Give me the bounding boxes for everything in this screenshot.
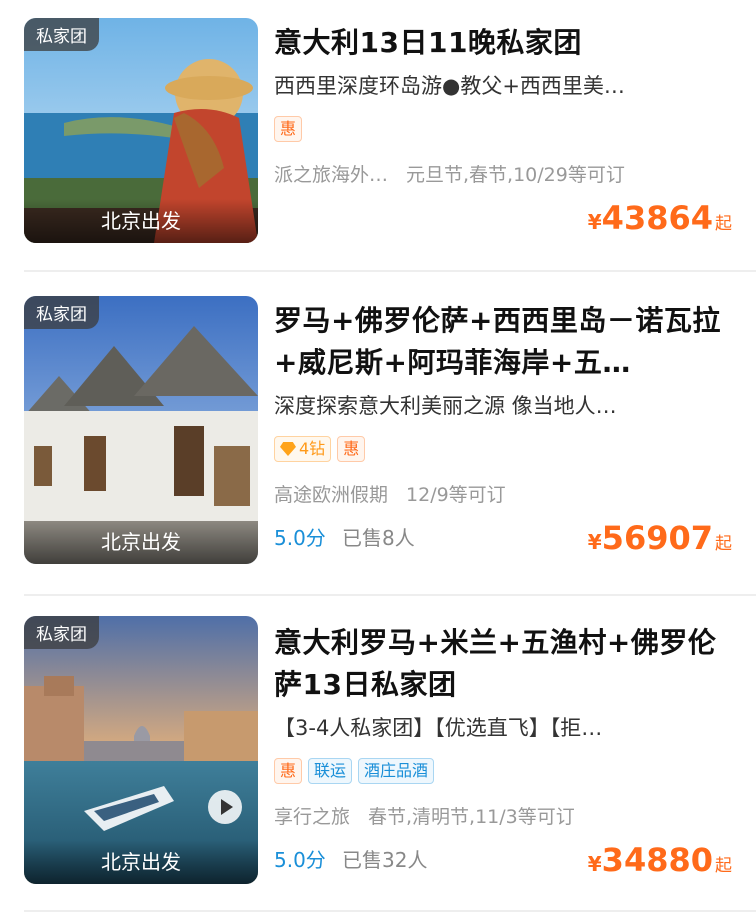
tour-meta: 高途欧洲假期 12/9等可订 xyxy=(274,480,732,507)
discount-badge: 惠 xyxy=(274,758,303,784)
tour-thumbnail[interactable]: 私家团 北京出发 xyxy=(24,616,258,884)
price-suffix: 起 xyxy=(715,856,732,876)
private-tour-tag: 私家团 xyxy=(24,296,99,329)
tour-thumbnail[interactable]: 私家团 北京出发 xyxy=(24,296,258,564)
tour-info: 意大利13日11晚私家团 西西里深度环岛游●教父+西西里美… 惠 派之旅海外… 元… xyxy=(274,22,732,237)
price-currency: ¥ xyxy=(587,210,602,234)
play-icon[interactable] xyxy=(208,790,242,824)
price-row: 5.0分 已售8人 ¥56907 起 xyxy=(274,513,732,557)
tour-meta: 派之旅海外… 元旦节,春节,10/29等可订 xyxy=(274,160,732,187)
tour-card[interactable]: 私家团 北京出发 意大利13日11晚私家团 西西里深度环岛游●教父+西西里美… … xyxy=(0,0,756,270)
available-dates: 12/9等可订 xyxy=(406,484,506,506)
tour-meta: 享行之旅 春节,清明节,11/3等可订 xyxy=(274,802,732,829)
private-tour-tag: 私家团 xyxy=(24,616,99,649)
price-currency: ¥ xyxy=(587,852,602,876)
tour-subtitle: 深度探索意大利美丽之源 像当地人… xyxy=(274,394,617,418)
tour-list: 私家团 北京出发 意大利13日11晚私家团 西西里深度环岛游●教父+西西里美… … xyxy=(0,0,756,914)
tour-card[interactable]: 私家团 北京出发 意大利罗马+米兰+五渔村+佛罗伦萨13日私家团 【3-4人私家… xyxy=(0,600,756,914)
badge-row: 4钻 惠 xyxy=(274,436,732,464)
tour-price: ¥56907 起 xyxy=(588,519,732,557)
winery-badge: 酒庄品酒 xyxy=(358,758,435,784)
tour-thumbnail[interactable]: 私家团 北京出发 xyxy=(24,18,258,243)
diamond-rating-label: 4钻 xyxy=(299,439,326,458)
price-suffix: 起 xyxy=(715,214,732,234)
price-currency: ¥ xyxy=(587,530,602,554)
available-dates: 元旦节,春节,10/29等可订 xyxy=(406,164,625,186)
divider xyxy=(24,594,756,596)
price-row: 5.0分 已售32人 ¥34880 起 xyxy=(274,835,732,879)
transit-badge: 联运 xyxy=(308,758,353,784)
rating-score: 5.0分 xyxy=(274,526,326,550)
departure-label: 北京出发 xyxy=(24,840,258,884)
tour-price: ¥43864 起 xyxy=(588,199,732,237)
discount-badge: 惠 xyxy=(337,436,366,462)
tour-card[interactable]: 私家团 北京出发 罗马+佛罗伦萨+西西里岛－诺瓦拉+威尼斯+阿玛菲海岸+五… 深… xyxy=(0,274,756,594)
tour-title[interactable]: 意大利罗马+米兰+五渔村+佛罗伦萨13日私家团 xyxy=(274,622,732,706)
diamond-icon xyxy=(280,442,296,456)
tour-subtitle: 西西里深度环岛游●教父+西西里美… xyxy=(274,74,625,98)
divider xyxy=(24,910,756,912)
private-tour-tag: 私家团 xyxy=(24,18,99,51)
tour-info: 意大利罗马+米兰+五渔村+佛罗伦萨13日私家团 【3-4人私家团】【优选直飞】【… xyxy=(274,622,732,879)
agency-name: 享行之旅 xyxy=(274,806,351,828)
agency-name: 高途欧洲假期 xyxy=(274,484,389,506)
departure-label: 北京出发 xyxy=(24,520,258,564)
tour-info: 罗马+佛罗伦萨+西西里岛－诺瓦拉+威尼斯+阿玛菲海岸+五… 深度探索意大利美丽之… xyxy=(274,300,732,557)
diamond-rating-badge: 4钻 xyxy=(274,436,332,462)
tour-title[interactable]: 意大利13日11晚私家团 xyxy=(274,22,732,64)
agency-name: 派之旅海外… xyxy=(274,164,389,186)
tour-price: ¥34880 起 xyxy=(588,841,732,879)
price-value: 34880 xyxy=(601,841,713,879)
badge-row: 惠 xyxy=(274,116,732,144)
discount-badge: 惠 xyxy=(274,116,303,142)
price-value: 43864 xyxy=(601,199,713,237)
sold-count: 已售8人 xyxy=(342,526,415,550)
tour-subtitle: 【3-4人私家团】【优选直飞】【拒… xyxy=(274,716,603,740)
badge-row: 惠 联运 酒庄品酒 xyxy=(274,758,732,786)
available-dates: 春节,清明节,11/3等可订 xyxy=(368,806,575,828)
price-suffix: 起 xyxy=(715,534,732,554)
price-row: ¥43864 起 xyxy=(274,193,732,237)
sold-count: 已售32人 xyxy=(342,848,428,872)
departure-label: 北京出发 xyxy=(24,199,258,243)
tour-title[interactable]: 罗马+佛罗伦萨+西西里岛－诺瓦拉+威尼斯+阿玛菲海岸+五… xyxy=(274,300,732,384)
price-value: 56907 xyxy=(601,519,713,557)
divider xyxy=(24,270,756,272)
rating-score: 5.0分 xyxy=(274,848,326,872)
